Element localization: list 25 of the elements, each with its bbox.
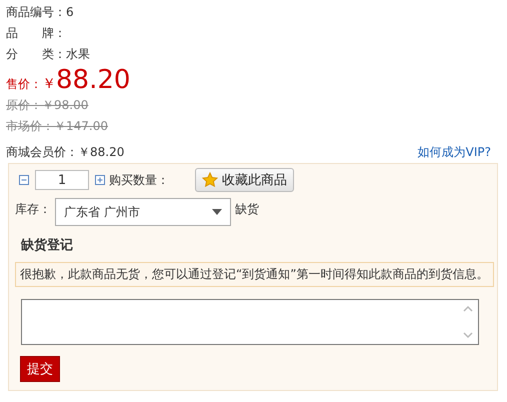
old-price: 原价：￥98.00 [6, 97, 88, 114]
caret-icon [212, 209, 222, 215]
stock-status: 缺货 [235, 200, 259, 218]
old-price: 市场价：￥147.00 [6, 118, 108, 135]
submit-button[interactable]: 提交 [20, 356, 60, 382]
star-icon [202, 172, 218, 188]
region-select[interactable]: 广东省 广州市 [55, 198, 231, 226]
stock-label: 库存： [15, 200, 51, 218]
plus-icon[interactable] [95, 175, 105, 185]
info-text: 品 牌： [6, 25, 67, 42]
favorite-button[interactable]: 收藏此商品 [195, 168, 294, 192]
info-text: 分 类：水果 [6, 46, 91, 63]
out-of-stock-notice: 很抱歉，此款商品无货，您可以通过登记“到货通知”第一时间得知此款商品的到货信息。 [15, 262, 494, 287]
minus-icon[interactable] [19, 175, 29, 185]
price-amount: 88.20 [56, 65, 130, 95]
member-price: 商城会员价：￥88.20 [6, 144, 124, 161]
register-title: 缺货登记 [21, 237, 74, 254]
quantity-label: 购买数量： [109, 172, 169, 188]
quantity-field[interactable]: 1 [35, 170, 89, 190]
info-text: 商品编号：6 [6, 4, 75, 21]
scroll-arrows-icon [462, 303, 474, 341]
currency-symbol: ￥ [42, 75, 56, 93]
vip-link[interactable]: 如何成为VIP? [418, 144, 491, 161]
price-label: 售价： [6, 76, 42, 93]
message-field[interactable] [21, 299, 479, 345]
